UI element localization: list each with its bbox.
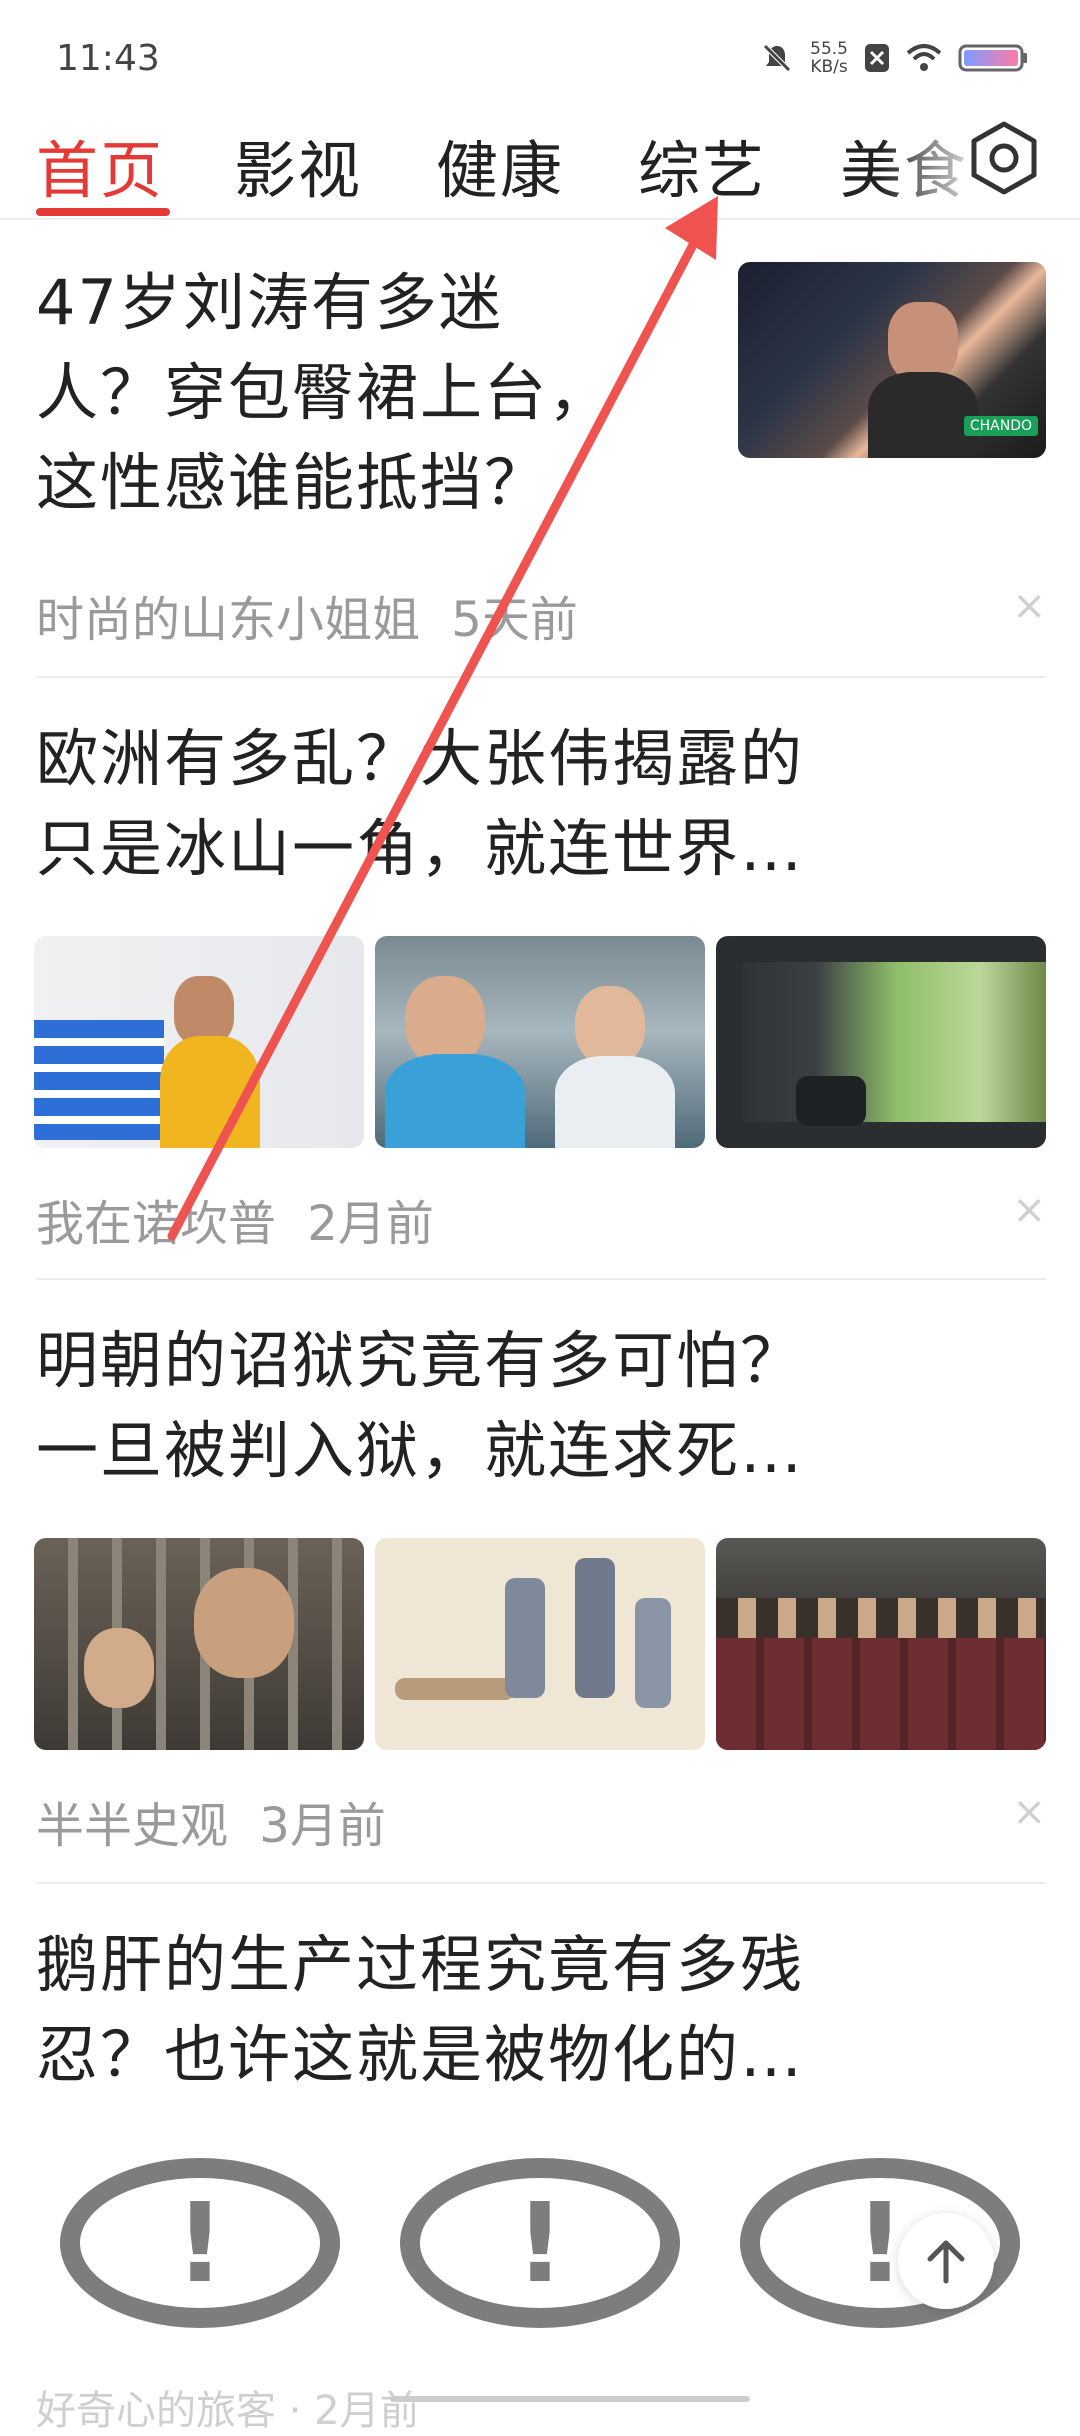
active-tab-indicator [36,208,170,216]
net-speed-value: 55.5 [810,39,848,59]
news-title[interactable]: 明朝的诏狱究竟有多可怕？ 一旦被判入狱，就连求死… [36,1316,1046,1496]
dismiss-button[interactable]: × [1012,583,1046,629]
tab-bar-divider [0,218,1080,220]
channel-tab-bar: 首页 影视 健康 综艺 美食 [0,112,1080,220]
news-source: 我在诺坎普 [36,1196,277,1252]
tab-variety[interactable]: 综艺 [638,120,766,210]
back-to-top-button[interactable] [898,2213,994,2309]
news-title-line: 鹅肝的生产过程究竟有多残 [36,1928,805,2001]
status-time: 11:43 [56,38,160,79]
news-title-line: 只是冰山一角，就连世界… [36,812,805,885]
battery-icon [958,44,1027,72]
news-thumbnail[interactable] [375,1538,705,1750]
news-time: 2月前 [307,1196,434,1252]
status-icons: 55.5 KB/s [760,40,1028,76]
news-thumbnail[interactable] [34,936,364,1148]
news-title-line: 一旦被判入狱，就连求死… [36,1414,805,1487]
image-load-failed-icon: ! [60,2158,340,2328]
gesture-bar [390,2396,750,2402]
news-divider [36,676,1046,678]
mute-bell-icon [763,44,791,72]
dismiss-button[interactable]: × [1012,1789,1046,1835]
news-thumbnail[interactable] [716,1538,1046,1750]
news-divider [36,1882,1046,1884]
news-meta: 时尚的山东小姐姐 5天前 [36,580,578,650]
news-meta: 我在诺坎普 2月前 [36,1184,434,1254]
news-title[interactable]: 47岁刘涛有多迷 人？穿包臀裙上台， 这性感谁能抵挡？ [36,258,726,528]
news-thumbnail[interactable] [375,936,705,1148]
next-item-preview: 好奇心的旅客 · 2月前 [36,2388,420,2434]
news-title-line: 人？穿包臀裙上台， [36,356,613,429]
news-title-line: 47岁刘涛有多迷 [36,266,503,339]
news-title-line: 欧洲有多乱？大张伟揭露的 [36,722,805,795]
status-bar: 11:43 55.5 KB/s [0,0,1080,110]
news-thumbnail[interactable] [716,936,1046,1148]
net-speed: 55.5 KB/s [810,40,848,76]
news-meta: 半半史观 3月前 [36,1786,386,1856]
news-title-line: 这性感谁能抵挡？ [36,446,549,519]
wifi-icon [906,44,942,71]
news-title-line: 明朝的诏狱究竟有多可怕？ [36,1324,805,1397]
news-time: 3月前 [259,1798,386,1854]
sim-blocked-icon [865,44,889,72]
news-thumbnail[interactable]: CHANDO [738,262,1046,458]
news-time: 5天前 [451,592,578,648]
news-source: 时尚的山东小姐姐 [36,592,421,648]
tab-home[interactable]: 首页 [36,120,164,210]
news-title[interactable]: 鹅肝的生产过程究竟有多残 忍？也许这就是被物化的… [36,1920,1046,2100]
channel-settings-icon[interactable] [964,118,1044,198]
net-speed-unit: KB/s [810,57,848,77]
news-title-line: 忍？也许这就是被物化的… [36,2018,805,2091]
news-item-4[interactable]: 鹅肝的生产过程究竟有多残 忍？也许这就是被物化的… [36,1920,1046,2120]
news-source: 半半史观 [36,1798,229,1854]
arrow-up-icon [927,2240,965,2284]
image-load-failed-icon: ! [400,2158,680,2328]
thumbnail-brand-tag: CHANDO [963,416,1038,436]
news-title[interactable]: 欧洲有多乱？大张伟揭露的 只是冰山一角，就连世界… [36,714,1046,894]
tab-health[interactable]: 健康 [436,120,564,210]
dismiss-button[interactable]: × [1012,1187,1046,1233]
news-thumbnail[interactable] [34,1538,364,1750]
tab-film[interactable]: 影视 [234,120,362,210]
news-divider [36,1278,1046,1280]
